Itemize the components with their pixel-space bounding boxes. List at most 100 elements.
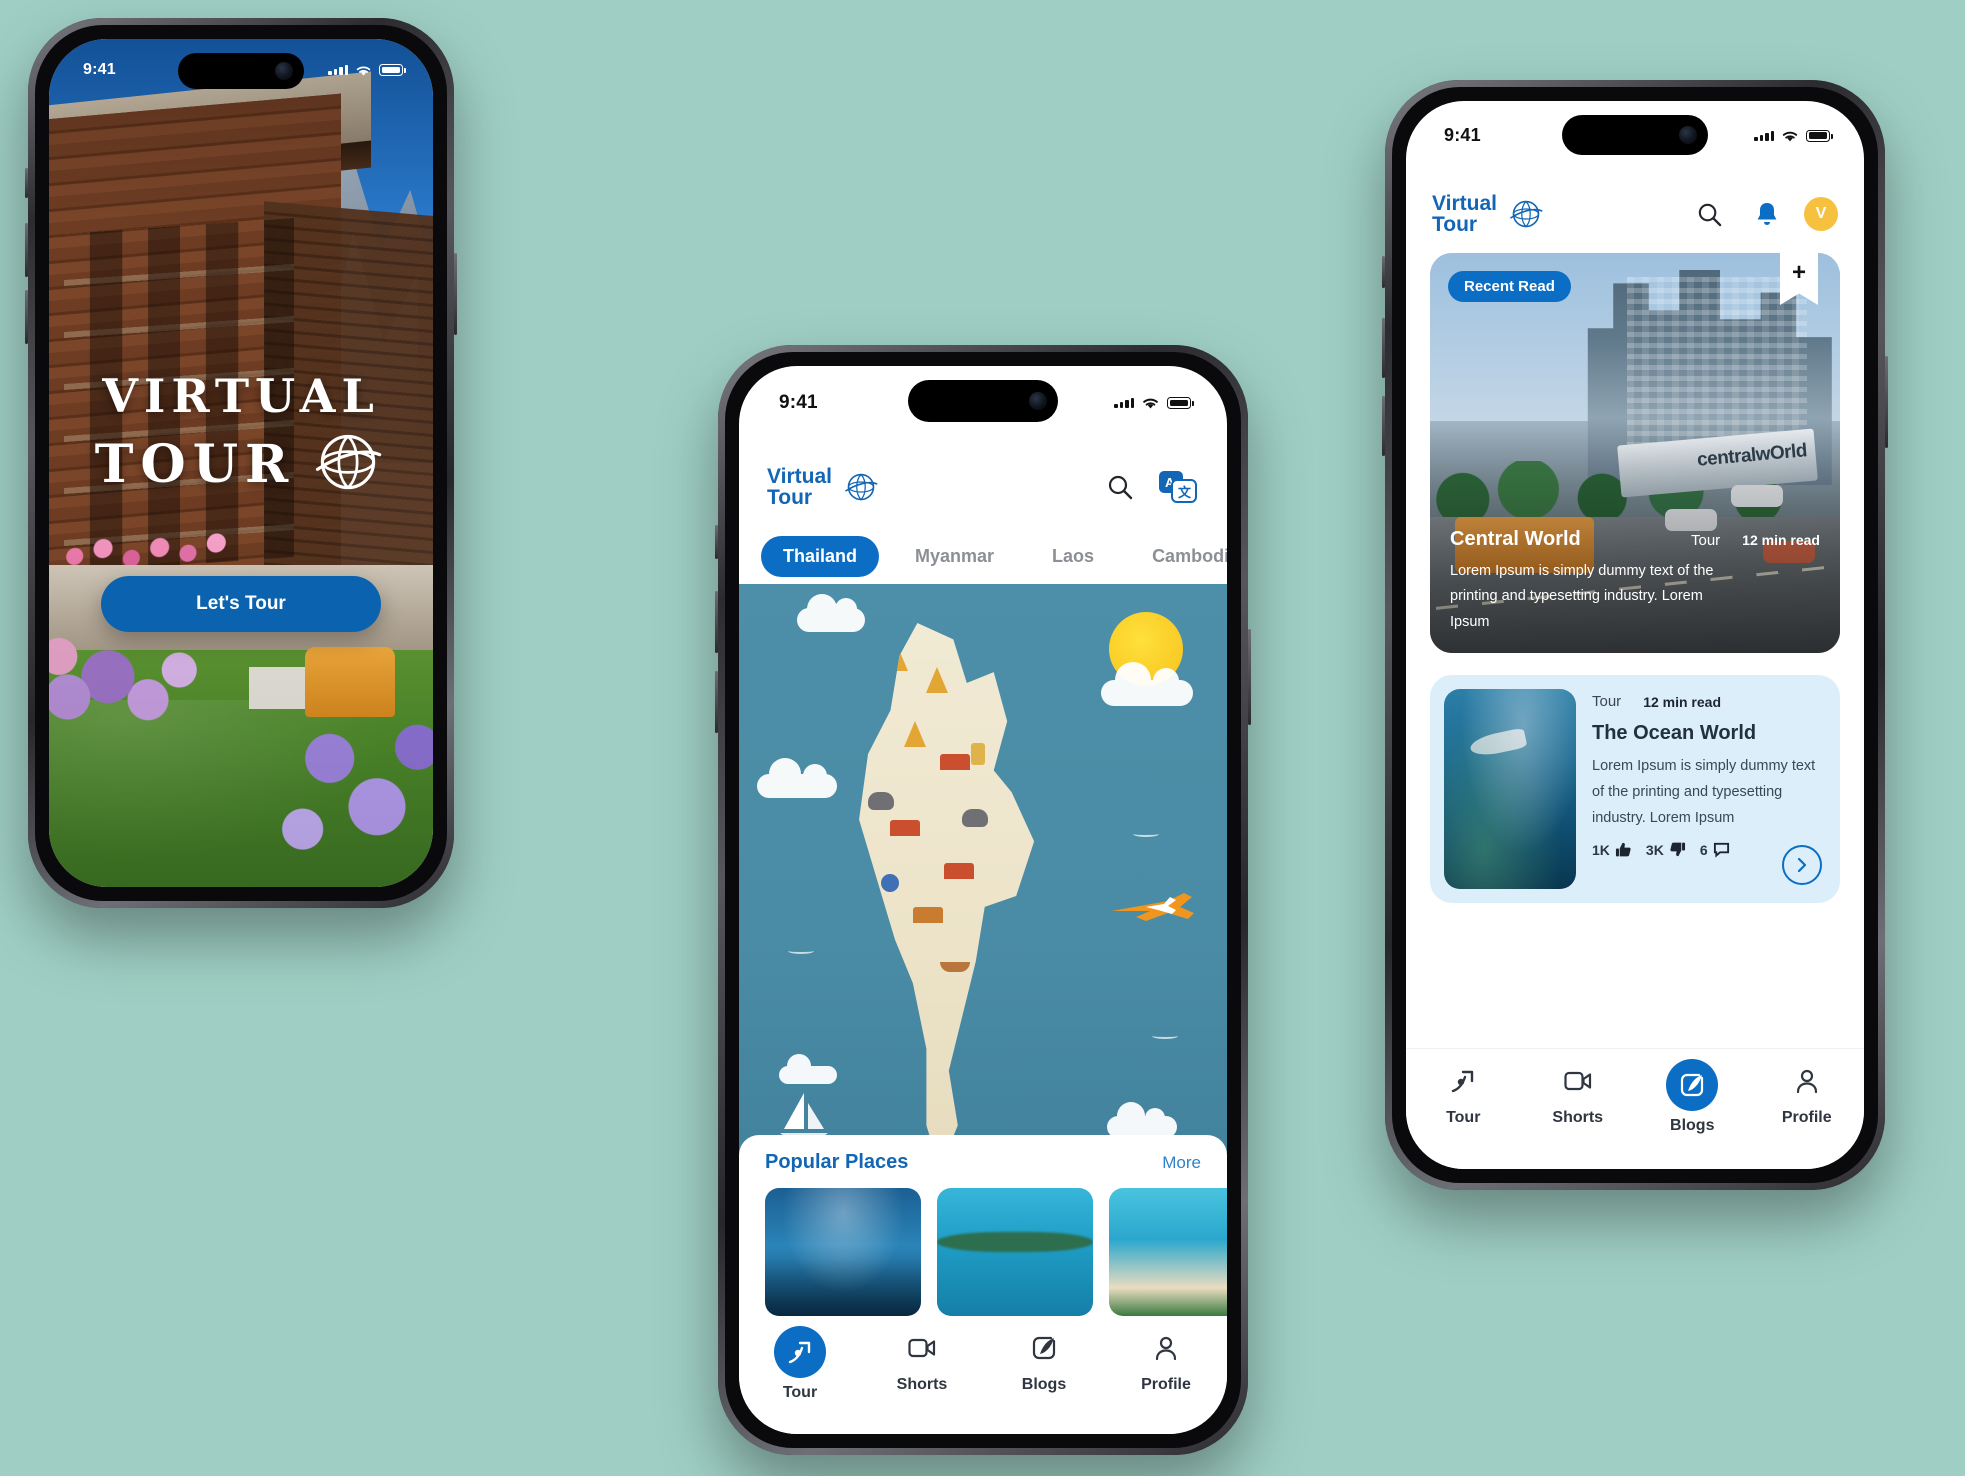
cellular-signal-icon <box>1114 398 1134 408</box>
phone-bezel: 9:41 VIRTUAL TOUR Let's Tour <box>35 25 447 901</box>
nav-item-profile[interactable]: Profile <box>1759 1059 1855 1127</box>
nav-item-profile[interactable]: Profile <box>1118 1326 1214 1394</box>
power-button[interactable] <box>454 253 457 335</box>
hero-title: Central World <box>1450 527 1581 550</box>
pavilion-icon <box>939 754 970 771</box>
front-camera <box>1029 392 1047 410</box>
status-indicators <box>328 64 406 77</box>
front-camera <box>1679 126 1697 144</box>
stat-comments-value: 6 <box>1699 841 1708 858</box>
hero-article-card[interactable]: centralwOrld Recent Read + Central Worl <box>1430 253 1840 653</box>
airplane-icon <box>1111 893 1194 921</box>
tab-myanmar[interactable]: Myanmar <box>893 536 1016 577</box>
nav-item-tour[interactable]: Tour <box>752 1326 848 1402</box>
route-arrow-icon <box>774 1326 826 1378</box>
nav-label-shorts: Shorts <box>896 1376 948 1393</box>
avatar[interactable]: V <box>1804 197 1838 231</box>
volume-down-button[interactable] <box>25 290 28 344</box>
power-button[interactable] <box>1248 629 1251 725</box>
mute-switch[interactable] <box>25 168 28 198</box>
globe-icon <box>845 473 878 501</box>
place-card-bungalows[interactable] <box>937 1188 1093 1316</box>
thumbs-up-icon <box>1615 843 1631 857</box>
article-meta: Tour 12 min read <box>1592 693 1826 710</box>
person-icon <box>1785 1059 1829 1103</box>
tab-laos[interactable]: Laos <box>1030 536 1116 577</box>
cloud-icon <box>757 758 837 798</box>
nav-item-tour[interactable]: Tour <box>1415 1059 1511 1127</box>
article-card-ocean-world[interactable]: Tour 12 min read The Ocean World Lorem I… <box>1430 675 1840 903</box>
translate-icon[interactable]: A 文 <box>1157 466 1199 508</box>
volume-up-button[interactable] <box>1382 318 1385 378</box>
brand-logo[interactable]: Virtual Tour <box>1432 191 1546 235</box>
volume-up-button[interactable] <box>25 223 28 277</box>
mute-switch[interactable] <box>1382 256 1385 288</box>
bell-icon[interactable] <box>1746 193 1788 235</box>
fish-illustration <box>1468 727 1528 759</box>
country-tabs: Thailand Myanmar Laos Cambodia <box>739 526 1227 586</box>
phone-tour: 9:41 Virtual Tour A 文 Thailand Myanmar L… <box>715 345 1251 1455</box>
nav-item-blogs[interactable]: Blogs <box>1644 1059 1740 1135</box>
popular-places-list[interactable] <box>765 1188 1227 1316</box>
tab-cambodia[interactable]: Cambodia <box>1130 536 1227 577</box>
splash-logo: VIRTUAL TOUR <box>49 369 433 501</box>
wave-icon <box>1132 831 1159 837</box>
battery-icon <box>1806 129 1833 142</box>
logo-line-virtual: VIRTUAL <box>102 369 380 423</box>
hero-content: Central World Tour 12 min read Lorem Ips… <box>1450 528 1820 635</box>
mute-switch[interactable] <box>715 525 718 559</box>
mockup-stage: 9:41 VIRTUAL TOUR Let's Tour 9:41 Virtua… <box>0 0 1965 1476</box>
blogs-screen: 9:41 Virtual Tour V Recent Read + Centra… <box>1406 101 1864 1169</box>
thailand-landmass <box>859 623 1035 1169</box>
volume-down-button[interactable] <box>715 671 718 733</box>
volume-down-button[interactable] <box>1382 396 1385 456</box>
place-card-aquarium[interactable] <box>765 1188 921 1316</box>
stat-comments[interactable]: 6 <box>1700 841 1730 858</box>
tab-thailand[interactable]: Thailand <box>761 535 880 577</box>
tuktuk-icon <box>881 874 900 893</box>
bottom-navigation: Tour Shorts Blogs Profile <box>739 1316 1227 1434</box>
brand-logo[interactable]: Virtual Tour <box>767 464 881 508</box>
stat-likes[interactable]: 1K <box>1592 841 1632 858</box>
phone-blogs: 9:41 Virtual Tour V Recent Read + Centra… <box>1382 80 1888 1190</box>
search-icon[interactable] <box>1099 466 1141 508</box>
nav-item-shorts[interactable]: Shorts <box>1530 1059 1626 1127</box>
elephant-icon <box>962 808 989 827</box>
battery-icon <box>1167 397 1194 409</box>
stat-likes-value: 1K <box>1592 841 1610 858</box>
app-bar: Virtual Tour <box>1406 175 1864 253</box>
search-icon[interactable] <box>1688 193 1730 235</box>
app-bar: Virtual Tour <box>739 444 1227 530</box>
chevron-right-icon[interactable] <box>1782 845 1822 885</box>
nav-label-blogs: Blogs <box>1021 1376 1067 1393</box>
logo-line-tour: TOUR <box>94 433 296 495</box>
lets-tour-button[interactable]: Let's Tour <box>101 576 381 632</box>
phone-bezel: 9:41 Virtual <box>1392 87 1878 1183</box>
place-card-beach[interactable] <box>1109 1188 1227 1316</box>
popular-places-header: Popular Places More <box>765 1151 1201 1174</box>
elephant-icon <box>868 792 895 811</box>
nav-item-blogs[interactable]: Blogs <box>996 1326 1092 1394</box>
brand-line-1: Virtual <box>1432 191 1497 215</box>
wifi-icon <box>1143 398 1158 409</box>
status-indicators <box>1114 396 1194 410</box>
popular-places-section: Popular Places More <box>739 1135 1227 1316</box>
status-time: 9:41 <box>83 61 116 78</box>
dynamic-island <box>178 53 304 89</box>
cloud-icon <box>797 594 865 632</box>
power-button[interactable] <box>1885 356 1888 448</box>
brand-line-1: Virtual <box>767 464 832 488</box>
volume-up-button[interactable] <box>715 591 718 653</box>
globe-icon <box>1510 200 1543 228</box>
popular-places-more-link[interactable]: More <box>1162 1153 1201 1173</box>
temple-complex-icon <box>912 906 943 923</box>
article-title: The Ocean World <box>1592 722 1757 744</box>
nav-label-shorts: Shorts <box>1552 1109 1604 1126</box>
app-bar-actions: V <box>1688 193 1838 235</box>
stat-dislikes[interactable]: 3K <box>1646 841 1686 858</box>
cellular-signal-icon <box>328 65 348 75</box>
status-indicators <box>1754 129 1833 143</box>
battery-icon <box>379 64 406 76</box>
nav-label-blogs: Blogs <box>1670 1117 1715 1134</box>
nav-item-shorts[interactable]: Shorts <box>874 1326 970 1394</box>
